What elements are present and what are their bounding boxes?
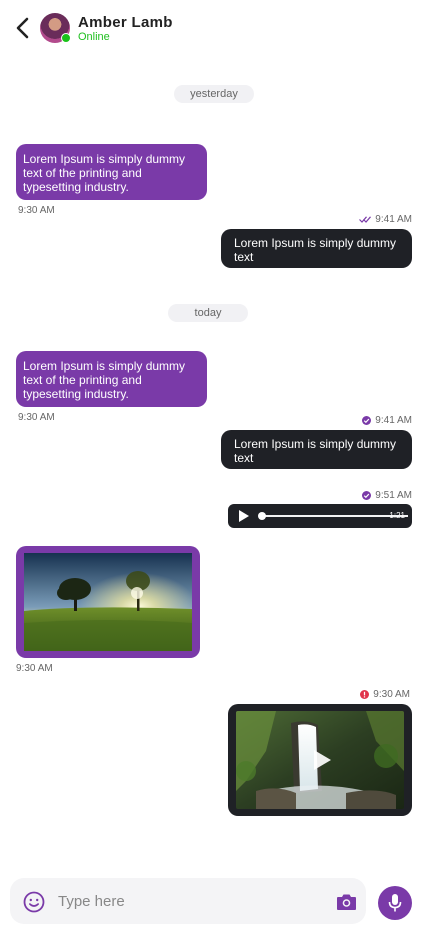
message-time: 9:41 AM [375,214,412,225]
back-arrow-icon [16,17,29,39]
message-composer [10,878,366,924]
audio-duration: 1:21 [389,511,405,520]
outgoing-message-bubble[interactable]: Lorem Ipsum is simply dummy text [221,229,412,268]
message-time: 9:30 AM [373,689,410,700]
landscape-image [24,553,192,651]
image-message[interactable] [16,546,200,658]
message-time: 9:41 AM [375,415,412,426]
microphone-icon [388,894,402,912]
emoji-icon[interactable] [23,891,45,913]
play-icon[interactable] [238,509,250,523]
message-status-row: 9:51 AM [330,490,412,501]
avatar[interactable] [40,13,71,43]
date-separator-today: today [168,304,248,322]
message-status-row: 9:41 AM [330,214,412,225]
video-thumbnail[interactable] [236,711,404,809]
audio-scrubber[interactable] [258,512,266,520]
message-time: 9:30 AM [18,205,55,216]
outgoing-message-bubble[interactable]: Lorem Ipsum is simply dummy text [221,430,412,469]
camera-icon[interactable] [336,893,357,911]
incoming-message-bubble[interactable]: Lorem Ipsum is simply dummy text of the … [16,144,207,200]
delivered-check-icon [362,415,372,425]
message-status-row: 9:41 AM [330,415,412,426]
online-indicator [61,33,71,43]
message-status-row: 9:30 AM [330,689,410,700]
microphone-button[interactable] [378,886,412,920]
date-separator-yesterday: yesterday [174,85,254,103]
delivered-check-icon [362,490,372,500]
contact-status: Online [78,31,110,43]
image-preview[interactable] [24,553,192,651]
video-message[interactable] [228,704,412,816]
incoming-message-bubble[interactable]: Lorem Ipsum is simply dummy text of the … [16,351,207,407]
message-input[interactable] [58,878,328,924]
message-time: 9:51 AM [375,490,412,501]
contact-name: Amber Lamb [78,14,173,31]
double-check-icon [359,216,372,223]
message-time: 9:30 AM [18,412,55,423]
audio-message[interactable]: 1:21 [228,504,412,528]
audio-progress-track[interactable] [262,515,408,517]
message-time: 9:30 AM [16,663,53,674]
back-button[interactable] [14,14,34,42]
play-icon[interactable] [308,747,334,773]
error-icon [360,689,370,699]
